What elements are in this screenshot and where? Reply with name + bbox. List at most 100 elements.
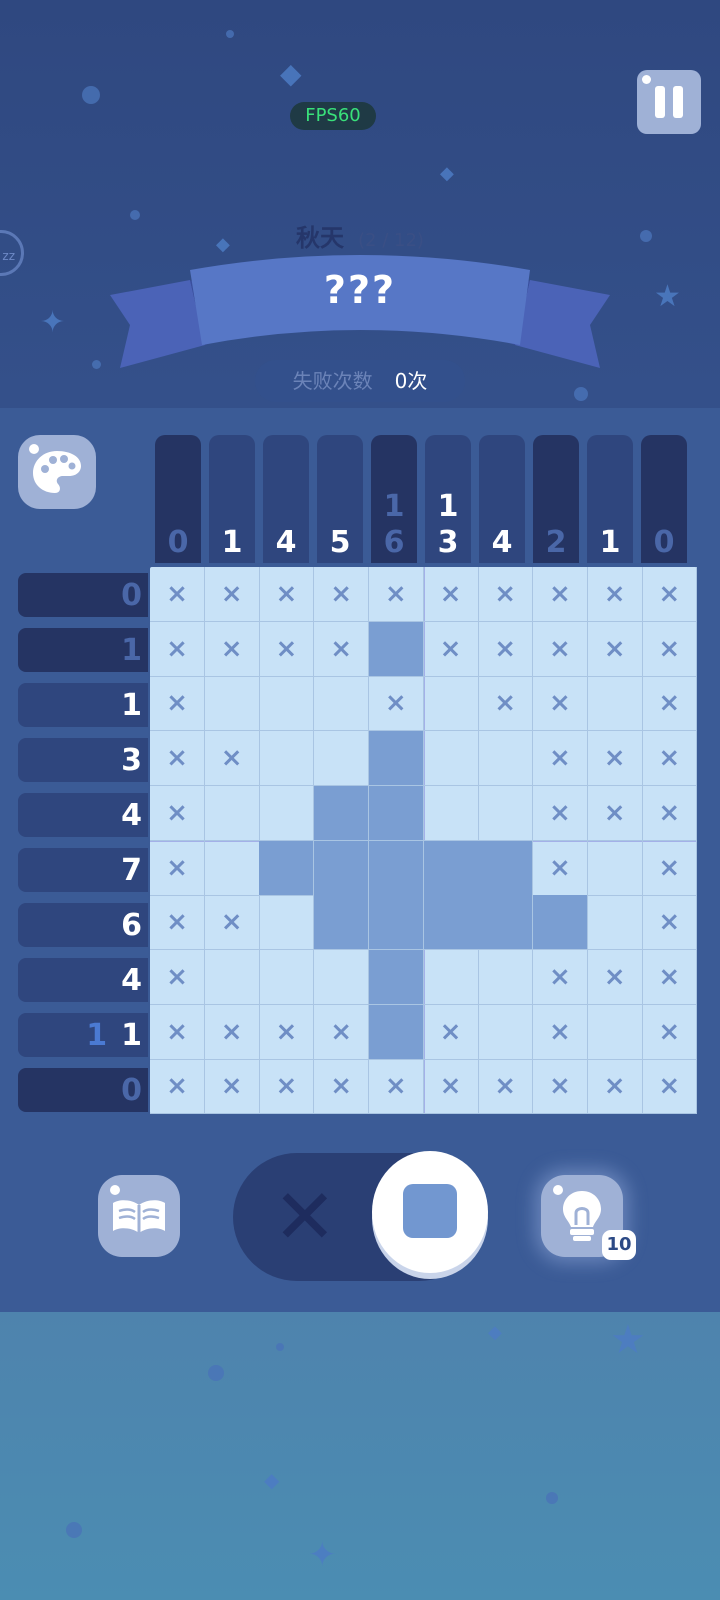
grid-cell-empty[interactable] [204,785,260,841]
grid-cell-filled[interactable] [314,895,370,951]
grid-cell-empty[interactable] [314,949,370,1005]
grid-cell-filled[interactable] [314,785,370,841]
grid-cell-empty[interactable] [204,840,260,896]
grid-cell-empty[interactable] [259,731,315,787]
grid-cell-marked[interactable]: × [532,1059,588,1115]
grid-cell-filled[interactable] [368,621,424,677]
grid-cell-empty[interactable] [587,840,643,896]
grid-cell-marked[interactable]: × [642,895,698,951]
grid-cell-marked[interactable]: × [150,949,205,1005]
book-button[interactable] [98,1175,180,1257]
grid-cell-marked[interactable]: × [150,731,205,787]
grid-cell-marked[interactable]: × [314,567,370,622]
grid-cell-marked[interactable]: × [204,621,260,677]
grid-cell-empty[interactable] [587,895,643,951]
grid-cell-filled[interactable] [259,840,315,896]
grid-cell-marked[interactable]: × [150,676,205,732]
grid-cell-empty[interactable] [204,949,260,1005]
grid-cell-marked[interactable]: × [478,621,534,677]
grid-cell-marked[interactable]: × [314,621,370,677]
grid-cell-filled[interactable] [532,895,588,951]
pause-button[interactable] [637,70,701,134]
grid-cell-marked[interactable]: × [204,1059,260,1115]
grid-cell-empty[interactable] [259,785,315,841]
grid-cell-empty[interactable] [204,676,260,732]
grid-cell-filled[interactable] [368,731,424,787]
grid-cell-marked[interactable]: × [314,1059,370,1115]
grid-cell-marked[interactable]: × [642,621,698,677]
grid-cell-marked[interactable]: × [314,1004,370,1060]
grid-cell-marked[interactable]: × [642,567,698,622]
grid-cell-marked[interactable]: × [423,1059,479,1115]
grid-cell-marked[interactable]: × [532,1004,588,1060]
grid-cell-marked[interactable]: × [423,567,479,622]
grid-cell-marked[interactable]: × [587,621,643,677]
grid-cell-empty[interactable] [478,1004,534,1060]
grid-cell-marked[interactable]: × [204,567,260,622]
grid-cell-marked[interactable]: × [478,1059,534,1115]
grid-cell-empty[interactable] [314,676,370,732]
grid-cell-filled[interactable] [368,1004,424,1060]
grid-cell-empty[interactable] [478,785,534,841]
grid-cell-marked[interactable]: × [259,567,315,622]
grid-cell-marked[interactable]: × [204,1004,260,1060]
grid-cell-marked[interactable]: × [532,731,588,787]
grid-cell-marked[interactable]: × [150,621,205,677]
grid-cell-marked[interactable]: × [423,621,479,677]
grid-cell-marked[interactable]: × [259,1004,315,1060]
grid-cell-marked[interactable]: × [150,567,205,622]
grid-cell-marked[interactable]: × [587,949,643,1005]
grid-cell-empty[interactable] [587,676,643,732]
grid-cell-empty[interactable] [259,676,315,732]
grid-cell-marked[interactable]: × [642,949,698,1005]
grid-cell-marked[interactable]: × [478,567,534,622]
grid-cell-marked[interactable]: × [368,1059,424,1115]
grid-cell-empty[interactable] [478,731,534,787]
grid-cell-marked[interactable]: × [204,895,260,951]
grid-cell-marked[interactable]: × [532,621,588,677]
palette-button[interactable] [18,435,96,509]
puzzle-grid[interactable]: × × × × × × × × × × × × × × × × × × × × × × × × × × × × × × × × × × × × × × × ×… [150,567,698,1115]
grid-cell-marked[interactable]: × [587,785,643,841]
grid-cell-filled[interactable] [368,840,424,896]
grid-cell-empty[interactable] [423,731,479,787]
grid-cell-marked[interactable]: × [587,567,643,622]
grid-cell-filled[interactable] [314,840,370,896]
grid-cell-marked[interactable]: × [532,840,588,896]
grid-cell-marked[interactable]: × [368,676,424,732]
grid-cell-empty[interactable] [259,895,315,951]
grid-cell-marked[interactable]: × [642,1004,698,1060]
grid-cell-marked[interactable]: × [532,949,588,1005]
grid-cell-marked[interactable]: × [423,1004,479,1060]
grid-cell-empty[interactable] [423,676,479,732]
grid-cell-marked[interactable]: × [532,567,588,622]
grid-cell-marked[interactable]: × [150,1059,205,1115]
grid-cell-filled[interactable] [478,840,534,896]
grid-cell-marked[interactable]: × [532,676,588,732]
grid-cell-marked[interactable]: × [587,1059,643,1115]
grid-cell-marked[interactable]: × [150,895,205,951]
grid-cell-filled[interactable] [478,895,534,951]
grid-cell-marked[interactable]: × [150,840,205,896]
grid-cell-marked[interactable]: × [642,1059,698,1115]
grid-cell-filled[interactable] [368,949,424,1005]
grid-cell-empty[interactable] [314,731,370,787]
grid-cell-empty[interactable] [587,1004,643,1060]
grid-cell-filled[interactable] [368,785,424,841]
grid-cell-marked[interactable]: × [642,676,698,732]
grid-cell-marked[interactable]: × [532,785,588,841]
grid-cell-empty[interactable] [259,949,315,1005]
grid-cell-filled[interactable] [423,840,479,896]
grid-cell-marked[interactable]: × [150,785,205,841]
grid-cell-empty[interactable] [478,949,534,1005]
grid-cell-marked[interactable]: × [587,731,643,787]
grid-cell-marked[interactable]: × [368,567,424,622]
grid-cell-empty[interactable] [423,785,479,841]
grid-cell-marked[interactable]: × [150,1004,205,1060]
grid-cell-filled[interactable] [368,895,424,951]
grid-cell-marked[interactable]: × [478,676,534,732]
fill-mode-knob[interactable] [372,1151,488,1273]
grid-cell-marked[interactable]: × [259,1059,315,1115]
grid-cell-marked[interactable]: × [204,731,260,787]
grid-cell-filled[interactable] [423,895,479,951]
